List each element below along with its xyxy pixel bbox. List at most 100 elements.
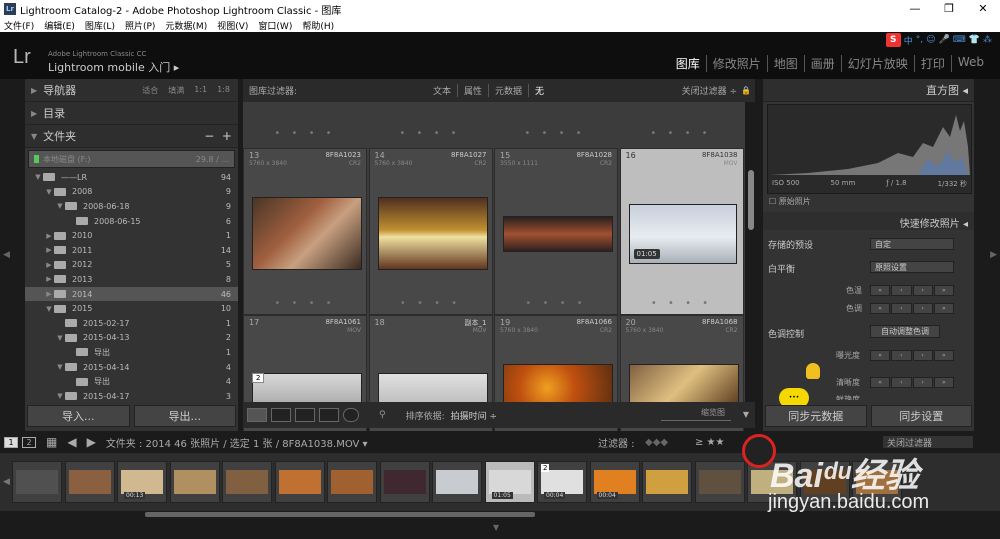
filmstrip-thumbnail[interactable]: [222, 461, 272, 503]
stack-count-badge[interactable]: 2: [252, 373, 265, 383]
photo-thumbnail[interactable]: [377, 373, 488, 403]
disclosure-triangle-icon[interactable]: ▶: [44, 261, 54, 269]
folder-row[interactable]: ▼ 2015-04-13 2: [25, 331, 238, 346]
folder-row[interactable]: ▶ 2011 14: [25, 243, 238, 258]
filmstrip-thumbnail[interactable]: [694, 461, 745, 503]
folder-row[interactable]: ▼ 2015-04-17 3: [25, 389, 238, 404]
menu-library[interactable]: 图库(L): [85, 19, 115, 32]
filmstrip-thumbnail[interactable]: [327, 461, 377, 503]
back-arrow-icon[interactable]: ◀: [67, 435, 76, 449]
folder-row[interactable]: 2015-02-17 1: [25, 316, 238, 331]
keyboard-icon[interactable]: ⌨: [953, 35, 966, 45]
photo-thumbnail[interactable]: [377, 197, 488, 270]
folder-row[interactable]: ▼ 2015-04-14 4: [25, 360, 238, 375]
folder-row[interactable]: ▶ 2013 8: [25, 272, 238, 287]
catalog-header[interactable]: ▶ 目录: [25, 102, 238, 125]
folder-row[interactable]: 导出 4: [25, 374, 238, 389]
grid-cell[interactable]: 14 8F8A1027 5760 x 3840 CR2 • • • •: [368, 148, 493, 315]
original-photo-checkbox[interactable]: ☐ 原始照片: [769, 196, 811, 207]
maximize-button[interactable]: ❐: [932, 0, 966, 18]
import-button[interactable]: 导入...: [27, 405, 130, 427]
right-panel-toggle-icon[interactable]: ▶: [990, 250, 997, 260]
navigator-header[interactable]: ▶ 导航器 适合 填满 1:1 1:8: [25, 79, 238, 102]
flag-filter-icons[interactable]: ◆◆◆: [645, 437, 668, 448]
mic-icon[interactable]: 🎤: [939, 35, 950, 45]
histogram-header[interactable]: 直方图 ◂: [763, 79, 974, 102]
folder-row[interactable]: ▼ 2015 10: [25, 301, 238, 316]
grid-scrollbar[interactable]: [748, 170, 754, 230]
menu-photo[interactable]: 照片(P): [125, 19, 155, 32]
export-button[interactable]: 导出...: [133, 405, 236, 427]
filter-preset-select[interactable]: 关闭过滤器 ÷: [682, 84, 737, 97]
grid-cell[interactable]: 16 8F8A1038 MOV 01:05 • • • •: [619, 148, 744, 315]
module-develop[interactable]: 修改照片: [705, 55, 767, 72]
sync-metadata-button[interactable]: 同步元数据: [765, 405, 867, 427]
spray-can-icon[interactable]: ⚲: [379, 410, 386, 420]
sogou-icon[interactable]: S: [885, 33, 901, 47]
filmstrip-thumbnail[interactable]: [642, 461, 692, 503]
zoom-1-8[interactable]: 1:8: [217, 85, 230, 96]
photo-thumbnail[interactable]: 01:05: [628, 204, 737, 264]
menu-view[interactable]: 视图(V): [217, 19, 248, 32]
auto-tone-button[interactable]: 自动调整色调: [870, 325, 940, 338]
filter-none[interactable]: 无: [528, 84, 550, 97]
disclosure-triangle-icon[interactable]: ▼: [44, 188, 54, 196]
filter-attribute[interactable]: 属性: [457, 84, 488, 97]
filter-text[interactable]: 文本: [427, 84, 457, 97]
disclosure-triangle-icon[interactable]: ▶: [44, 232, 54, 240]
menu-help[interactable]: 帮助(H): [302, 19, 334, 32]
window-1-button[interactable]: 1: [4, 436, 18, 448]
disclosure-triangle-icon[interactable]: ▼: [55, 334, 65, 342]
window-2-button[interactable]: 2: [22, 436, 36, 448]
module-library[interactable]: 图库: [670, 55, 706, 72]
filmstrip-thumbnail[interactable]: [274, 461, 325, 503]
menu-window[interactable]: 窗口(W): [258, 19, 292, 32]
bottom-panel-toggle-icon[interactable]: ▼: [493, 523, 499, 532]
disclosure-triangle-icon[interactable]: ▼: [55, 392, 65, 400]
minimize-button[interactable]: —: [898, 0, 932, 18]
add-folder-icon[interactable]: − +: [204, 129, 232, 143]
folder-row[interactable]: ▼ ——LR 94: [25, 170, 238, 185]
sync-settings-button[interactable]: 同步设置: [870, 405, 972, 427]
folders-header[interactable]: ▼ 文件夹 − +: [25, 125, 238, 148]
filmstrip-thumbnail[interactable]: [12, 461, 62, 503]
zoom-fit[interactable]: 适合: [142, 85, 158, 96]
zoom-1-1[interactable]: 1:1: [194, 85, 207, 96]
quick-develop-header[interactable]: 快速修改照片 ◂: [763, 212, 974, 230]
disclosure-triangle-icon[interactable]: ▼: [33, 173, 43, 181]
photo-thumbnail[interactable]: [252, 373, 362, 403]
disclosure-triangle-icon[interactable]: ▼: [55, 202, 65, 210]
grid-view-icon[interactable]: [247, 408, 267, 422]
thumbnail-size-slider[interactable]: [661, 420, 731, 421]
filter-metadata[interactable]: 元数据: [488, 84, 528, 97]
disclosure-triangle-icon[interactable]: ▼: [55, 363, 65, 371]
filmstrip-thumbnail[interactable]: 00:04 2: [537, 461, 587, 503]
clarity-stepper[interactable]: «‹ ›»: [870, 377, 954, 388]
filmstrip-scrollbar[interactable]: [145, 512, 535, 517]
filmstrip-thumbnail[interactable]: 00:13: [117, 461, 167, 503]
module-map[interactable]: 地图: [766, 55, 804, 72]
filmstrip-thumbnail[interactable]: 00:04: [589, 461, 640, 503]
folder-row[interactable]: ▶ 2010 1: [25, 228, 238, 243]
module-web[interactable]: Web: [950, 55, 990, 72]
survey-view-icon[interactable]: [319, 408, 339, 422]
exposure-stepper[interactable]: «‹ ›»: [870, 350, 954, 361]
module-book[interactable]: 画册: [803, 55, 841, 72]
grid-shortcut-icon[interactable]: ▦: [46, 435, 57, 449]
disclosure-triangle-icon[interactable]: ▶: [44, 290, 54, 298]
menu-edit[interactable]: 编辑(E): [44, 19, 75, 32]
filmstrip-left-arrow-icon[interactable]: ◀: [3, 477, 10, 487]
folder-row[interactable]: ▶ 2012 5: [25, 258, 238, 273]
disclosure-triangle-icon[interactable]: ▶: [44, 275, 54, 283]
photo-thumbnail[interactable]: [628, 364, 739, 404]
filmstrip-thumbnail[interactable]: [432, 461, 482, 503]
disclosure-triangle-icon[interactable]: ▼: [44, 305, 54, 313]
photo-thumbnail[interactable]: [252, 197, 362, 270]
grid-cell[interactable]: 13 8F8A1023 5760 x 3840 CR2 • • • •: [243, 148, 367, 315]
white-balance-select[interactable]: 原照设置: [870, 261, 954, 273]
folder-row[interactable]: ▶ 2014 46: [25, 286, 238, 302]
folder-row[interactable]: 导出 1: [25, 345, 238, 360]
people-view-icon[interactable]: [343, 408, 359, 422]
filmstrip-thumbnail[interactable]: 01:05: [484, 461, 535, 503]
rating-filter-stars[interactable]: ≥ ★★: [695, 437, 725, 448]
